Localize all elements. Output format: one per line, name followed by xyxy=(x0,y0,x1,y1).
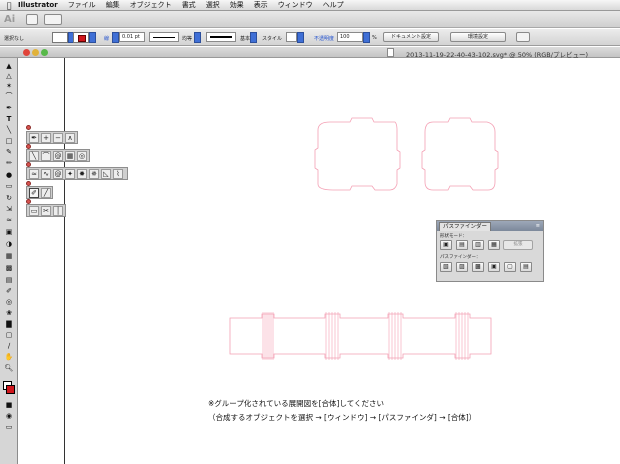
intersect-button[interactable]: ▥ xyxy=(472,240,484,250)
width-tool-icon[interactable]: ≈ xyxy=(29,168,39,179)
trim-button[interactable]: ▨ xyxy=(456,262,468,272)
line-tools-flyout: ╲ ⌒ @ ▦ ◎ xyxy=(26,149,90,162)
minus-back-button[interactable]: ▤ xyxy=(520,262,532,272)
eyedropper-tool-icon[interactable]: ✐ xyxy=(29,187,39,198)
knife-tool-icon[interactable]: │ xyxy=(53,205,63,216)
instruction-line-2: （合成するオブジェクトを選択 → [ウィンドウ] → [パスファインダ] → [… xyxy=(208,413,477,422)
exclude-button[interactable]: ▦ xyxy=(488,240,500,250)
merge-button[interactable]: ▩ xyxy=(472,262,484,272)
measure-tool-icon[interactable]: ╱ xyxy=(41,187,51,198)
crop-button[interactable]: ▣ xyxy=(488,262,500,272)
pucker-tool-icon[interactable]: ✦ xyxy=(65,168,75,179)
add-anchor-point-icon[interactable]: + xyxy=(41,132,51,143)
illustrator-window:  Illustrator ファイル 編集 オブジェクト 書式 選択 効果 表示… xyxy=(0,0,620,464)
scallop-tool-icon[interactable]: ✵ xyxy=(89,168,99,179)
eraser-tool-icon[interactable]: ▭ xyxy=(29,205,39,216)
warp-tool-icon[interactable]: ∿ xyxy=(41,168,51,179)
delete-anchor-point-icon[interactable]: − xyxy=(53,132,63,143)
twirl-tool-icon[interactable]: @ xyxy=(53,168,63,179)
crystallize-tool-icon[interactable]: ◺ xyxy=(101,168,111,179)
expand-button[interactable]: 拡張 xyxy=(503,240,533,250)
spiral-tool-icon[interactable]: @ xyxy=(53,150,63,161)
pathfinder-titlebar[interactable]: パスファインダー ≡ xyxy=(437,221,543,231)
pen-tools-flyout: ✒ + − ∧ xyxy=(26,131,78,144)
bloat-tool-icon[interactable]: ✸ xyxy=(77,168,87,179)
flyout-close-icon[interactable] xyxy=(26,125,31,130)
scissors-tool-icon[interactable]: ✂ xyxy=(41,205,51,216)
outline-button[interactable]: ▢ xyxy=(504,262,516,272)
shape-modes-label: 形状モード： xyxy=(440,234,467,239)
wrinkle-tool-icon[interactable]: ⌇ xyxy=(113,168,123,179)
rectangular-grid-tool-icon[interactable]: ▦ xyxy=(65,150,75,161)
arc-tool-icon[interactable]: ⌒ xyxy=(41,150,51,161)
artwork-tile-left xyxy=(314,117,401,191)
width-tools-flyout: ≈ ∿ @ ✦ ✸ ✵ ◺ ⌇ xyxy=(26,167,128,180)
artwork-tile-right xyxy=(421,117,499,191)
minus-front-button[interactable]: ▤ xyxy=(456,240,468,250)
eraser-tools-flyout: ▭ ✂ │ xyxy=(26,204,66,217)
unite-button[interactable]: ▣ xyxy=(440,240,452,250)
convert-anchor-point-icon[interactable]: ∧ xyxy=(65,132,75,143)
panel-menu-icon[interactable]: ≡ xyxy=(536,223,540,229)
divide-button[interactable]: ▧ xyxy=(440,262,452,272)
pathfinder-panel: パスファインダー ≡ 形状モード： パスファインダー： xyxy=(436,220,544,282)
instruction-line-1: ※グループ化されている展開図を[合体]してください xyxy=(208,399,385,408)
pathfinder-tab[interactable]: パスファインダー xyxy=(439,222,492,231)
polar-grid-tool-icon[interactable]: ◎ xyxy=(77,150,87,161)
line-segment-tool-icon[interactable]: ╲ xyxy=(29,150,39,161)
pen-tool-icon[interactable]: ✒ xyxy=(29,132,39,143)
artwork-fold-lines xyxy=(262,312,469,360)
pathfinders-label: パスファインダー： xyxy=(440,255,481,260)
eyedropper-tools-flyout: ✐ ╱ xyxy=(26,186,53,199)
